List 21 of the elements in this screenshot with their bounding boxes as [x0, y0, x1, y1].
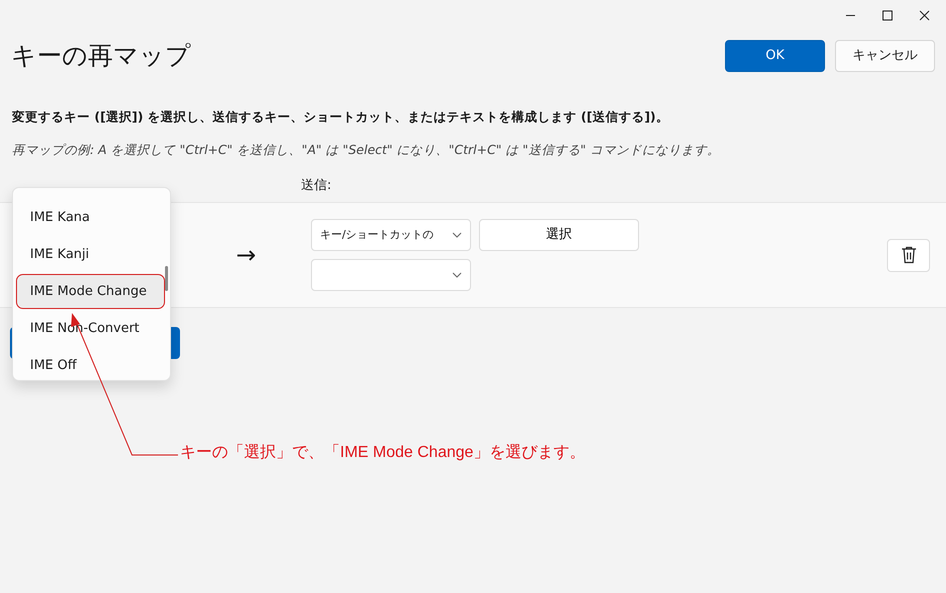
menu-item[interactable]: IME Kanji: [17, 238, 164, 271]
maximize-icon[interactable]: [882, 10, 893, 20]
ok-button[interactable]: OK: [725, 40, 825, 72]
delete-button[interactable]: [887, 238, 930, 272]
chevron-icon: [452, 232, 462, 238]
close-icon[interactable]: [919, 10, 930, 20]
annotation-text: キーの「選択」で、「IME Mode Change」を選びます。: [180, 443, 586, 463]
menu-item[interactable]: IME Off: [17, 349, 164, 382]
arrow-icon: →: [236, 237, 311, 273]
menu-item[interactable]: IME Mode Change: [17, 275, 164, 308]
column-label: 送信:: [301, 176, 332, 194]
instruction-text: 変更するキー ([選択]) を選択し、送信するキー、ショートカット、またはテキストを構成します ([送信する])。: [12, 108, 670, 126]
chevron-icon: [452, 272, 462, 278]
trash-icon: [900, 246, 916, 264]
menu-item[interactable]: IME Kana: [17, 201, 164, 234]
example-text: 再マップの例: A を選択して "Ctrl+C" を送信し、"A" は "Select" になり、"Ctrl+C" は "送信する" コマンドになります。: [12, 140, 721, 159]
send-type-dropdown[interactable]: キー/ショートカットの: [311, 219, 471, 251]
window-title: キーの再マップ: [11, 41, 192, 71]
cancel-button[interactable]: キャンセル: [835, 40, 935, 72]
select-button[interactable]: 選択: [479, 219, 639, 251]
scrollbar-thumb: [165, 266, 168, 291]
